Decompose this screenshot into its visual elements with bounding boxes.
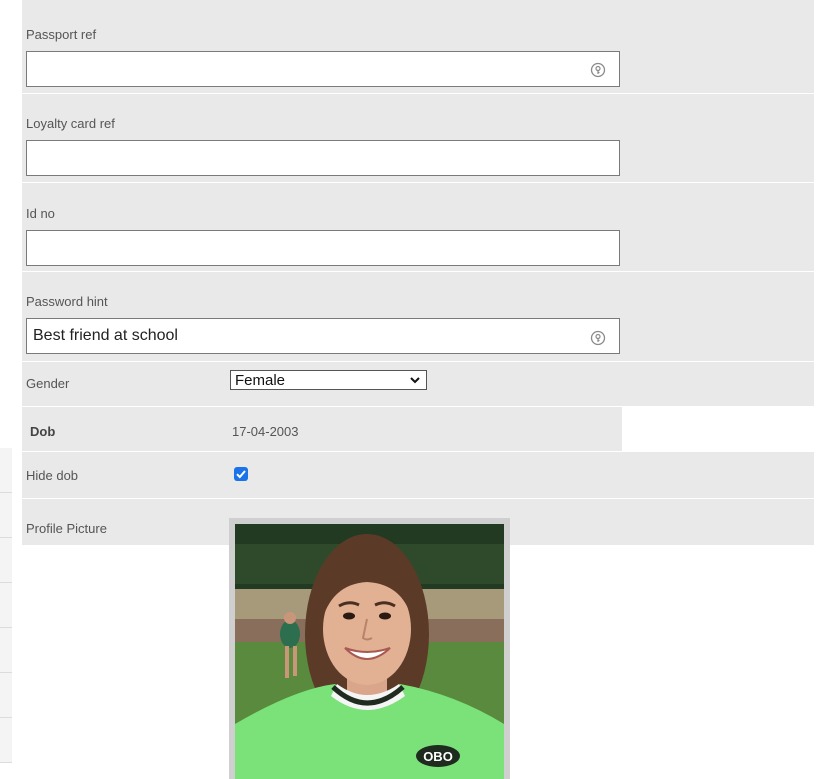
jersey-logo-text: OBO (423, 749, 453, 764)
left-strip-cell (0, 718, 12, 763)
idno-input[interactable] (26, 230, 620, 266)
dob-value: 17-04-2003 (232, 424, 299, 439)
left-strip-cell (0, 583, 12, 628)
left-strip-cell (0, 448, 12, 493)
password-manager-key-icon[interactable] (590, 62, 606, 78)
hide-dob-checkbox[interactable] (234, 467, 248, 481)
gender-row: Gender Female (22, 362, 814, 406)
left-strip-cell (0, 673, 12, 718)
password-manager-key-icon[interactable] (590, 330, 606, 346)
password-hint-input[interactable] (26, 318, 620, 354)
dob-label: Dob (30, 424, 56, 439)
left-strip-cell (0, 538, 12, 583)
dob-row: Dob 17-04-2003 (22, 407, 622, 451)
idno-label: Id no (26, 206, 55, 221)
left-strip-cell (0, 628, 12, 673)
hide-dob-row: Hide dob (22, 452, 814, 498)
check-icon (236, 470, 246, 479)
loyalty-card-input[interactable] (26, 140, 620, 176)
profile-photo[interactable]: OBO (235, 524, 504, 779)
gender-select[interactable]: Female (230, 370, 427, 390)
profile-picture-label: Profile Picture (26, 521, 107, 536)
passport-input[interactable] (26, 51, 620, 87)
passport-row: Passport ref (22, 0, 814, 93)
profile-photo-frame: OBO (229, 518, 510, 779)
left-row-strip (0, 0, 12, 779)
gender-selected-value: Female (235, 372, 286, 389)
loyalty-row: Loyalty card ref (22, 94, 814, 182)
gender-label: Gender (26, 376, 70, 391)
chevron-down-icon (410, 377, 420, 384)
password-hint-label: Password hint (26, 294, 108, 309)
password-hint-row: Password hint (22, 272, 814, 361)
left-strip-cell (0, 493, 12, 538)
loyalty-label: Loyalty card ref (26, 116, 115, 131)
hide-dob-label: Hide dob (26, 468, 79, 483)
passport-label: Passport ref (26, 27, 97, 42)
idno-row: Id no (22, 183, 814, 271)
